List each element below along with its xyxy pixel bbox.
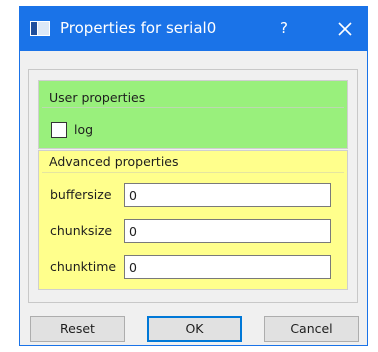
ok-button[interactable]: OK	[147, 316, 242, 342]
properties-dialog: Properties for serial0 ? User properties…	[19, 6, 368, 346]
help-button[interactable]: ?	[274, 18, 294, 38]
chunksize-input[interactable]	[124, 219, 331, 243]
title-bar: Properties for serial0 ?	[20, 7, 367, 51]
advanced-properties-group: Advanced properties buffersize chunksize…	[38, 150, 348, 290]
properties-window-icon	[30, 21, 50, 36]
reset-button[interactable]: Reset	[30, 316, 125, 342]
chunktime-label: chunktime	[50, 259, 117, 274]
cancel-button[interactable]: Cancel	[264, 316, 359, 342]
buffersize-input[interactable]	[124, 183, 331, 207]
window-title: Properties for serial0	[60, 19, 217, 37]
chunksize-label: chunksize	[50, 223, 113, 238]
group-divider	[42, 107, 344, 108]
close-icon[interactable]	[332, 16, 358, 42]
advanced-properties-title: Advanced properties	[49, 154, 179, 169]
chunktime-input[interactable]	[124, 255, 331, 279]
log-label[interactable]: log	[74, 122, 93, 138]
user-properties-title: User properties	[49, 90, 146, 105]
user-properties-group: User properties log	[38, 80, 348, 149]
buffersize-label: buffersize	[50, 187, 112, 202]
group-divider	[42, 172, 344, 173]
properties-frame: User properties log Advanced properties …	[28, 69, 358, 303]
log-checkbox[interactable]	[51, 122, 67, 138]
